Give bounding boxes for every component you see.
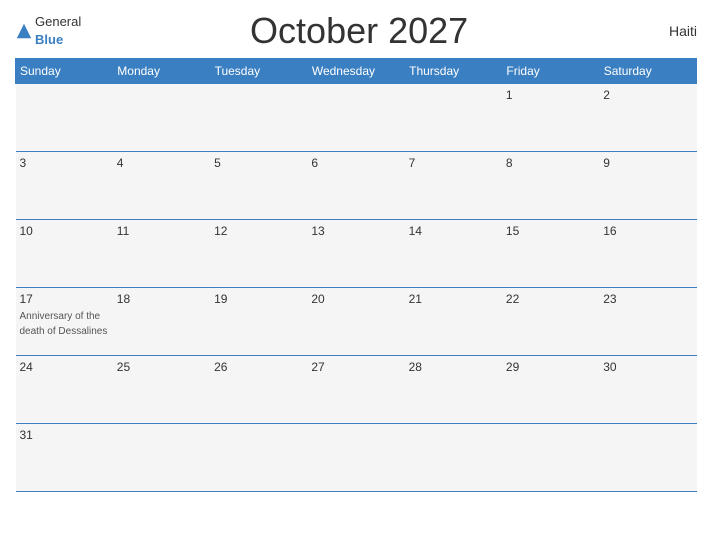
day-number: 4 (117, 156, 206, 170)
calendar-week-row: 10 11 12 13 14 15 16 (16, 220, 697, 288)
calendar-week-row: 12 (16, 84, 697, 152)
calendar-day-cell: 21 (405, 288, 502, 356)
calendar-day-cell: 24 (16, 356, 113, 424)
calendar-day-cell: 31 (16, 424, 113, 492)
day-number: 17 (20, 292, 109, 306)
day-number: 31 (20, 428, 109, 442)
day-number: 23 (603, 292, 692, 306)
calendar-day-cell: 28 (405, 356, 502, 424)
calendar-container: General Blue October 2027 Haiti Sunday M… (0, 0, 712, 550)
header-saturday: Saturday (599, 59, 696, 84)
day-number: 3 (20, 156, 109, 170)
day-number: 14 (409, 224, 498, 238)
calendar-day-cell (16, 84, 113, 152)
month-title: October 2027 (81, 10, 637, 52)
calendar-day-cell: 7 (405, 152, 502, 220)
calendar-day-cell (307, 84, 404, 152)
header-friday: Friday (502, 59, 599, 84)
day-number: 15 (506, 224, 595, 238)
calendar-day-cell: 26 (210, 356, 307, 424)
logo-text: General Blue (35, 13, 81, 49)
calendar-day-cell (405, 84, 502, 152)
calendar-day-cell (405, 424, 502, 492)
header-monday: Monday (113, 59, 210, 84)
day-number: 2 (603, 88, 692, 102)
header-tuesday: Tuesday (210, 59, 307, 84)
day-number: 9 (603, 156, 692, 170)
calendar-day-cell: 20 (307, 288, 404, 356)
day-number: 7 (409, 156, 498, 170)
calendar-day-cell (113, 424, 210, 492)
day-number: 11 (117, 224, 206, 238)
calendar-day-cell: 9 (599, 152, 696, 220)
calendar-week-row: 24 25 26 27 28 29 30 (16, 356, 697, 424)
logo: General Blue (15, 13, 81, 49)
day-number: 26 (214, 360, 303, 374)
calendar-day-cell: 12 (210, 220, 307, 288)
day-number: 21 (409, 292, 498, 306)
calendar-day-cell: 27 (307, 356, 404, 424)
day-number: 8 (506, 156, 595, 170)
day-number: 12 (214, 224, 303, 238)
calendar-header: General Blue October 2027 Haiti (15, 10, 697, 52)
calendar-day-cell (599, 424, 696, 492)
calendar-day-cell: 6 (307, 152, 404, 220)
calendar-day-cell (210, 424, 307, 492)
logo-general: General (35, 14, 81, 29)
calendar-day-cell: 10 (16, 220, 113, 288)
calendar-day-cell: 15 (502, 220, 599, 288)
day-number: 16 (603, 224, 692, 238)
calendar-day-cell (307, 424, 404, 492)
day-number: 30 (603, 360, 692, 374)
calendar-week-row: 17 Anniversary of the death of Dessalines… (16, 288, 697, 356)
calendar-table: Sunday Monday Tuesday Wednesday Thursday… (15, 58, 697, 492)
header-sunday: Sunday (16, 59, 113, 84)
calendar-day-cell: 5 (210, 152, 307, 220)
day-number: 24 (20, 360, 109, 374)
header-wednesday: Wednesday (307, 59, 404, 84)
calendar-day-cell: 19 (210, 288, 307, 356)
calendar-day-cell: 23 (599, 288, 696, 356)
calendar-day-cell: 3 (16, 152, 113, 220)
day-number: 29 (506, 360, 595, 374)
calendar-day-cell: 29 (502, 356, 599, 424)
day-number: 10 (20, 224, 109, 238)
calendar-day-cell: 4 (113, 152, 210, 220)
weekday-header-row: Sunday Monday Tuesday Wednesday Thursday… (16, 59, 697, 84)
day-number: 5 (214, 156, 303, 170)
calendar-day-cell: 17 Anniversary of the death of Dessalines (16, 288, 113, 356)
day-number: 6 (311, 156, 400, 170)
day-number: 20 (311, 292, 400, 306)
calendar-week-row: 3456789 (16, 152, 697, 220)
calendar-day-cell: 2 (599, 84, 696, 152)
general-blue-icon (15, 22, 33, 40)
day-number: 28 (409, 360, 498, 374)
day-number: 25 (117, 360, 206, 374)
day-number: 13 (311, 224, 400, 238)
calendar-day-cell: 8 (502, 152, 599, 220)
calendar-day-cell: 30 (599, 356, 696, 424)
calendar-day-cell: 1 (502, 84, 599, 152)
country-label: Haiti (637, 23, 697, 39)
calendar-week-row: 31 (16, 424, 697, 492)
calendar-day-cell: 13 (307, 220, 404, 288)
calendar-day-cell (502, 424, 599, 492)
calendar-day-cell: 14 (405, 220, 502, 288)
calendar-day-cell (113, 84, 210, 152)
day-number: 19 (214, 292, 303, 306)
logo-blue: Blue (35, 32, 63, 47)
day-number: 18 (117, 292, 206, 306)
header-thursday: Thursday (405, 59, 502, 84)
day-number: 22 (506, 292, 595, 306)
calendar-day-cell: 22 (502, 288, 599, 356)
event-text: Anniversary of the death of Dessalines (20, 311, 108, 337)
calendar-day-cell (210, 84, 307, 152)
calendar-day-cell: 18 (113, 288, 210, 356)
calendar-day-cell: 11 (113, 220, 210, 288)
day-number: 27 (311, 360, 400, 374)
calendar-day-cell: 16 (599, 220, 696, 288)
calendar-day-cell: 25 (113, 356, 210, 424)
day-number: 1 (506, 88, 595, 102)
